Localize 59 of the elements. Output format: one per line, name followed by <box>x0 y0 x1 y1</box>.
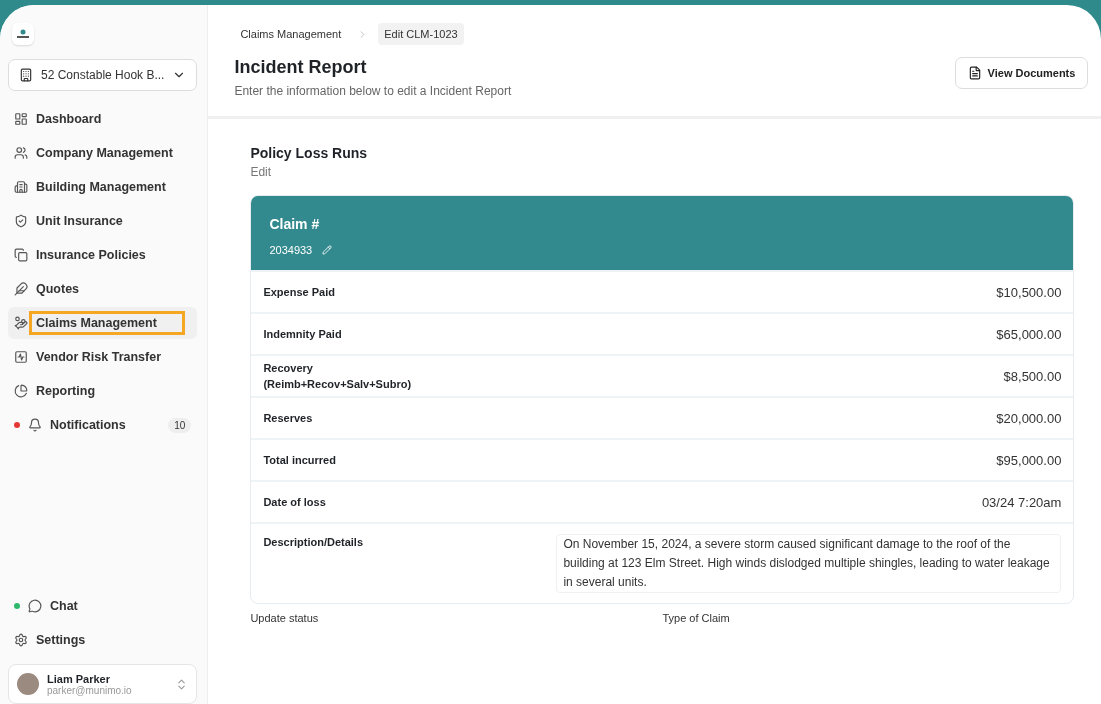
page-title: Incident Report <box>234 57 368 78</box>
sidebar-item[interactable]: Chat <box>8 590 198 622</box>
sidebar-item[interactable]: Quotes <box>8 273 198 305</box>
count-badge: 10 <box>168 417 192 433</box>
view-documents-button[interactable]: View Documents <box>954 57 1089 89</box>
row-value: $65,000.00 <box>996 326 1062 342</box>
sidebar-item[interactable]: Insurance Policies <box>8 239 198 271</box>
user-name: Liam Parker <box>47 672 111 685</box>
sidebar-item[interactable]: Notifications 10 <box>8 409 198 441</box>
pencil-icon[interactable] <box>322 245 333 255</box>
user-email: parker@munimo.io <box>47 684 132 696</box>
chat-icon <box>28 599 42 613</box>
claim-number: 2034933 <box>269 244 313 256</box>
sidebar-item[interactable]: Vendor Risk Transfer <box>8 341 198 373</box>
copy-icon <box>14 248 28 262</box>
shield-icon <box>14 214 28 228</box>
page-subtitle: Enter the information below to edit a Incident Report <box>234 84 512 98</box>
dashboard-icon <box>14 112 28 126</box>
settings-icon <box>14 633 28 647</box>
breadcrumb-link[interactable]: Claims Management <box>234 23 348 45</box>
field-label: Type of Claim <box>662 612 731 624</box>
breadcrumb-link[interactable]: Edit CLM-1023 <box>378 23 464 45</box>
row-label: Description/Details <box>263 535 364 550</box>
row-value: $10,500.00 <box>996 284 1062 300</box>
row-label: Total incurred <box>263 452 336 468</box>
row-label: Expense Paid <box>263 284 335 300</box>
row-value: $20,000.00 <box>996 410 1062 426</box>
sidebar-item[interactable]: Company Management <box>8 137 198 169</box>
feather-icon <box>14 282 28 296</box>
sidebar-item[interactable]: Settings <box>8 624 198 656</box>
pie-chart-icon <box>14 384 28 398</box>
sidebar-item[interactable]: Claims Management <box>8 307 198 339</box>
logo-icon <box>12 23 34 45</box>
row-value: $8,500.00 <box>1003 368 1062 384</box>
claim-label: Claim # <box>269 216 321 232</box>
avatar <box>17 673 39 695</box>
row-label: Recovery (Reimb+Recov+Salv+Subro) <box>263 360 412 392</box>
user-card[interactable]: Liam Parker parker@munimo.io <box>8 664 198 704</box>
building-select[interactable]: 52 Constable Hook B... <box>8 59 198 91</box>
row-label: Indemnity Paid <box>263 326 342 342</box>
hand-coins-icon <box>14 316 28 330</box>
sidebar-item[interactable]: Building Management <box>8 171 198 203</box>
building-icon <box>14 180 28 194</box>
description-field[interactable]: On November 15, 2024, a severe storm caused significant damage to the roof of the building at 123 Elm Street. High winds dislodged multiple shingles, leading to water leakage in several units. <box>556 534 1062 593</box>
activity-square-icon <box>14 350 28 364</box>
sidebar-item[interactable]: Unit Insurance <box>8 205 198 237</box>
sidebar-item[interactable]: Dashboard <box>8 103 198 135</box>
field-label: Update status <box>250 612 320 624</box>
row-value: 03/24 7:20am <box>981 494 1062 510</box>
row-label: Date of loss <box>263 494 326 510</box>
document-icon <box>967 66 982 80</box>
sidebar-item[interactable]: Reporting <box>8 375 198 407</box>
building-icon <box>19 68 33 82</box>
bell-icon <box>28 418 42 432</box>
section-title: Policy Loss Runs <box>250 145 369 161</box>
section-subtitle: Edit <box>250 165 273 179</box>
row-value: $95,000.00 <box>996 452 1062 468</box>
row-label: Reserves <box>263 410 313 426</box>
users-icon <box>14 146 28 160</box>
